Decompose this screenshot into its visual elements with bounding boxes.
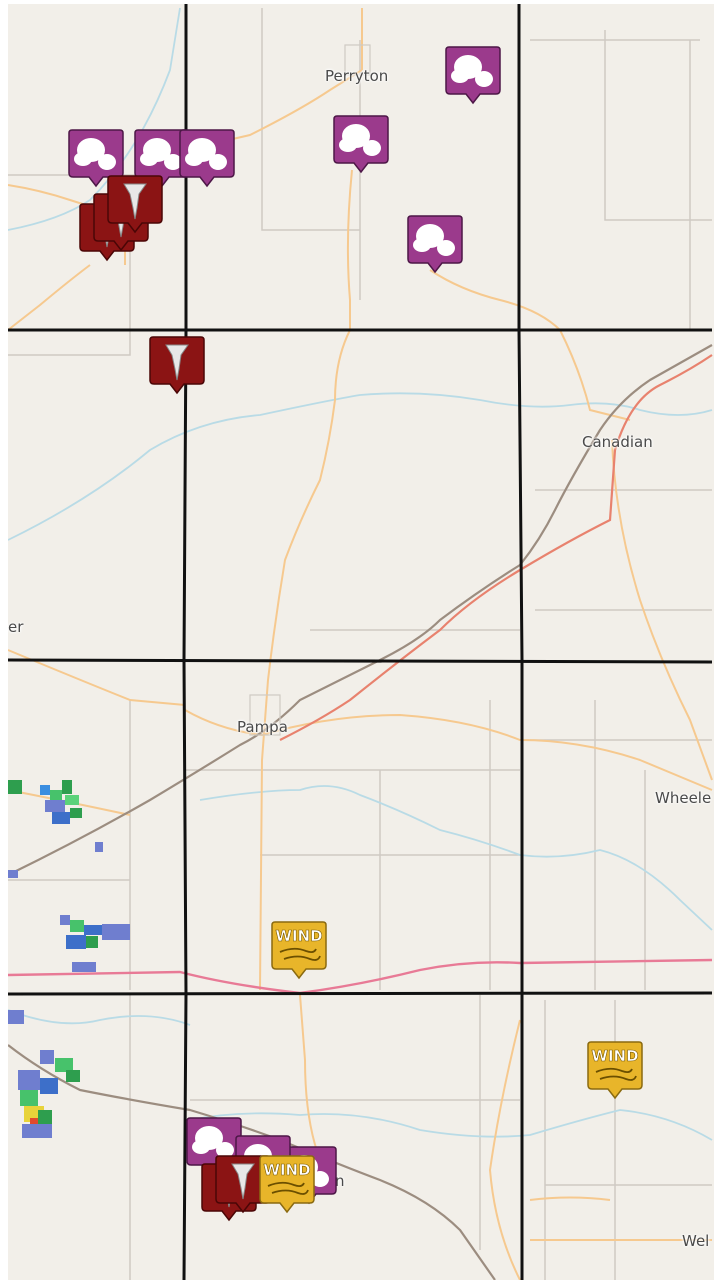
wind-swirl-icon: WIND (271, 921, 327, 980)
wind-swirl-icon: WIND (587, 1041, 643, 1100)
place-label-canadian: Canadian (582, 433, 653, 451)
map-left-border (0, 0, 8, 1280)
tornado-icon (107, 175, 163, 234)
map-canvas[interactable]: Perryton Canadian Pampa Wheele Wel er n … (0, 0, 720, 1280)
wind-label: WIND (591, 1047, 638, 1065)
hail-marker[interactable] (444, 43, 502, 107)
tornado-icon (149, 336, 205, 395)
place-label-wheeler: Wheele (655, 789, 712, 807)
place-label-er: er (8, 618, 24, 636)
hail-cloud-icon (407, 215, 463, 274)
hail-marker[interactable] (406, 212, 464, 276)
tornado-marker[interactable] (106, 172, 164, 236)
hail-cloud-icon (333, 115, 389, 174)
wind-marker[interactable]: WIND (258, 1152, 316, 1216)
tornado-marker[interactable] (148, 333, 206, 397)
place-label-wel: Wel (682, 1232, 710, 1250)
hail-cloud-icon (445, 46, 501, 105)
wind-label: WIND (263, 1161, 310, 1179)
wind-label: WIND (275, 927, 322, 945)
wind-marker[interactable]: WIND (586, 1038, 644, 1102)
hail-marker[interactable] (332, 112, 390, 176)
place-label-pampa: Pampa (237, 718, 288, 736)
wind-marker[interactable]: WIND (270, 918, 328, 982)
hail-cloud-icon (179, 129, 235, 188)
map-top-border (0, 0, 720, 4)
hail-marker[interactable] (178, 126, 236, 190)
wind-swirl-icon: WIND (259, 1155, 315, 1214)
place-label-perryton: Perryton (325, 67, 389, 85)
map-right-border (714, 0, 720, 1280)
